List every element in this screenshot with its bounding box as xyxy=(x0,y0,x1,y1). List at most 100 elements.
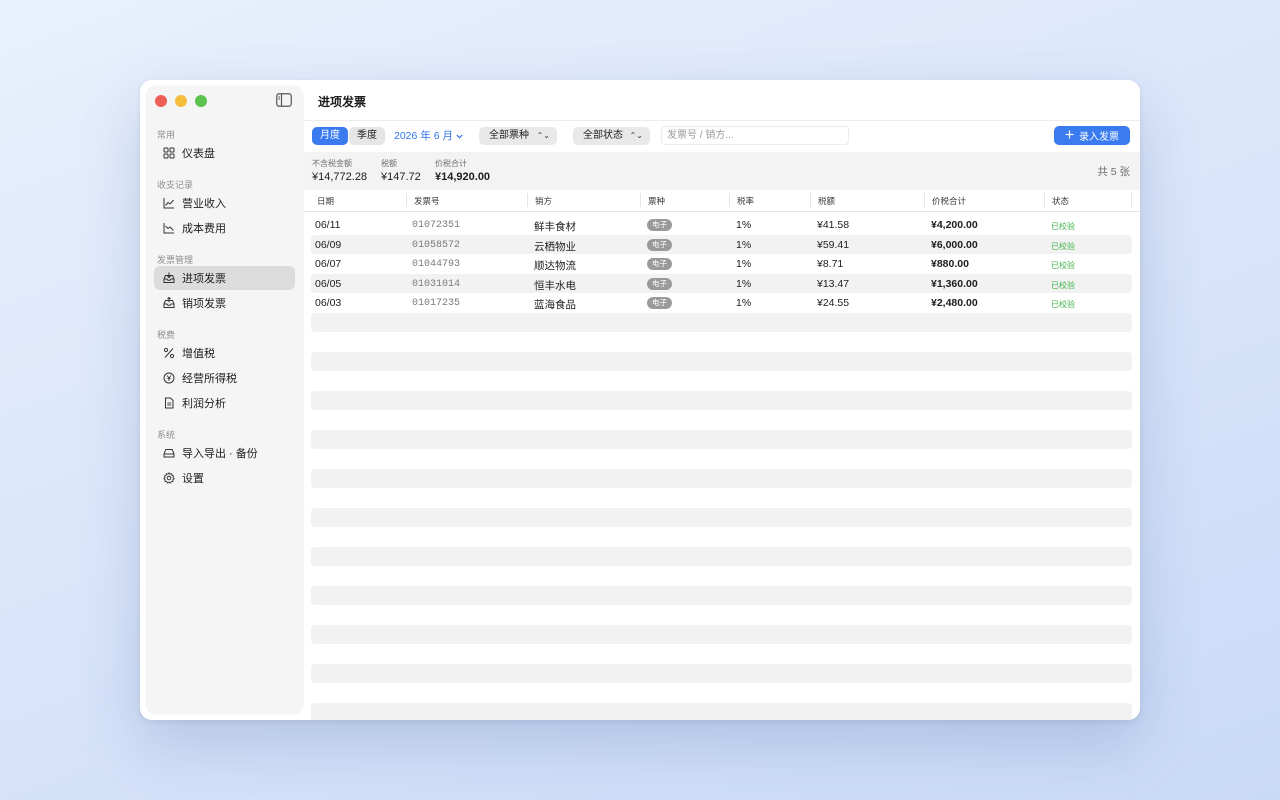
empty-row xyxy=(311,624,1132,644)
section-title-system: 系统 xyxy=(157,430,176,440)
section-title-invoices: 发票管理 xyxy=(157,255,194,265)
table-row[interactable]: 06/09 01058572 云栖物业 电子 1% ¥59.41 ¥6,000.… xyxy=(311,234,1132,254)
sidebar-item-vat[interactable]: 增值税 xyxy=(154,341,295,365)
table-row[interactable]: 06/07 01044793 顺达物流 电子 1% ¥8.71 ¥880.00 … xyxy=(311,254,1132,274)
minimize-window-button[interactable] xyxy=(175,95,187,107)
close-window-button[interactable] xyxy=(155,95,167,107)
sidebar-item-income-tax[interactable]: 经营所得税 xyxy=(154,366,295,390)
sidebar-item-revenue[interactable]: 营业收入 xyxy=(154,191,295,215)
search-placeholder: 发票号 / 销方... xyxy=(667,130,734,141)
column-header-date[interactable]: 日期 xyxy=(317,195,334,207)
updown-chevron-icon: ⌃⌄ xyxy=(536,131,550,140)
column-divider[interactable] xyxy=(924,193,925,207)
status-select[interactable]: 全部状态 ⌃⌄ xyxy=(573,127,650,145)
search-input[interactable]: 发票号 / 销方... xyxy=(661,126,849,145)
gear-icon xyxy=(162,471,176,485)
column-header-seller[interactable]: 销方 xyxy=(535,195,552,207)
empty-row xyxy=(311,644,1132,664)
sidebar-item-label: 营业收入 xyxy=(182,198,226,210)
app-window: 常用 仪表盘 收支记录 营业收入 成本费用 发票管理 进项发票 销项发票 税费 … xyxy=(140,80,1140,720)
column-divider[interactable] xyxy=(729,193,730,207)
column-header-rate[interactable]: 税率 xyxy=(737,195,754,207)
sidebar-item-output-invoices[interactable]: 销项发票 xyxy=(154,291,295,315)
sidebar-item-label: 利润分析 xyxy=(182,398,226,410)
cell-seller: 云栖物业 xyxy=(534,240,576,253)
section-title-taxes: 税费 xyxy=(157,330,176,340)
cell-invoice-no: 01058572 xyxy=(412,239,461,251)
empty-row xyxy=(311,702,1132,720)
cell-date: 06/05 xyxy=(315,277,342,290)
cell-rate: 1% xyxy=(736,297,752,309)
column-header-type[interactable]: 票种 xyxy=(648,195,665,207)
column-divider[interactable] xyxy=(640,193,641,207)
cell-tax: ¥13.47 xyxy=(817,277,850,290)
column-header-tax[interactable]: 税额 xyxy=(818,195,835,207)
chart-up-icon xyxy=(162,196,176,210)
type-badge: 电子 xyxy=(647,297,672,309)
column-header-invoice-no[interactable]: 发票号 xyxy=(414,195,440,207)
invoice-table-body: 06/11 01072351 鲜丰食材 电子 1% ¥41.58 ¥4,200.… xyxy=(311,215,1132,720)
sidebar-item-costs[interactable]: 成本费用 xyxy=(154,216,295,240)
sidebar-item-label: 经营所得税 xyxy=(182,373,237,385)
window-controls xyxy=(155,95,207,107)
add-invoice-button[interactable]: 录入发票 xyxy=(1054,126,1130,145)
cell-invoice-no: 01017235 xyxy=(412,298,461,309)
status-badge: 已校验 xyxy=(1051,241,1075,251)
sidebar-item-profit-analysis[interactable]: 利润分析 xyxy=(154,391,295,415)
period-segmented-control: 月度 季度 xyxy=(312,127,385,145)
empty-row xyxy=(311,390,1132,410)
column-divider[interactable] xyxy=(810,193,811,207)
grid-icon xyxy=(162,146,176,160)
header-divider xyxy=(303,120,1140,121)
cell-rate: 1% xyxy=(736,238,752,251)
sidebar-toggle-icon[interactable] xyxy=(276,93,292,107)
cell-seller: 恒丰水电 xyxy=(534,279,576,292)
plus-icon xyxy=(1065,130,1074,142)
pretax-summary: 不含税金额 ¥14,772.28 xyxy=(312,158,367,183)
column-divider[interactable] xyxy=(1044,193,1045,207)
pretax-label: 不含税金额 xyxy=(312,159,352,168)
updown-chevron-icon: ⌃⌄ xyxy=(629,131,643,140)
status-badge: 已校验 xyxy=(1051,261,1075,270)
total-summary: 价税合计 ¥14,920.00 xyxy=(435,158,490,183)
sidebar-item-label: 导入导出 · 备份 xyxy=(182,448,258,460)
cell-total: ¥1,360.00 xyxy=(931,277,978,290)
column-divider[interactable] xyxy=(406,193,407,207)
cell-tax: ¥59.41 xyxy=(817,238,850,251)
section-title-common: 常用 xyxy=(157,130,176,140)
tray-in-icon xyxy=(162,271,176,285)
empty-row xyxy=(311,566,1132,586)
document-icon xyxy=(162,396,176,410)
zoom-window-button[interactable] xyxy=(195,95,207,107)
cell-invoice-no: 01031014 xyxy=(412,278,461,290)
sidebar-item-input-invoices[interactable]: 进项发票 xyxy=(154,266,295,290)
total-label: 价税合计 xyxy=(435,159,467,168)
cell-rate: 1% xyxy=(736,219,752,231)
table-header: 日期 发票号 销方 票种 税率 税额 价税合计 状态 xyxy=(303,190,1140,212)
empty-row xyxy=(311,449,1132,469)
sidebar-item-settings[interactable]: 设置 xyxy=(154,466,295,490)
column-divider[interactable] xyxy=(527,193,528,207)
segment-quarterly[interactable]: 季度 xyxy=(349,127,385,145)
segment-monthly[interactable]: 月度 xyxy=(312,127,348,145)
column-header-status[interactable]: 状态 xyxy=(1052,195,1069,207)
status-badge: 已校验 xyxy=(1051,222,1075,231)
sidebar-item-dashboard[interactable]: 仪表盘 xyxy=(154,141,295,165)
empty-row xyxy=(311,371,1132,391)
type-badge: 电子 xyxy=(647,219,672,231)
sidebar-item-import-export[interactable]: 导入导出 · 备份 xyxy=(154,441,295,465)
period-picker[interactable]: 2026 年 6 月 xyxy=(394,128,463,143)
empty-row xyxy=(311,332,1132,352)
cell-invoice-no: 01072351 xyxy=(412,220,461,231)
column-header-total[interactable]: 价税合计 xyxy=(932,195,966,207)
invoice-type-select[interactable]: 全部票种 ⌃⌄ xyxy=(479,127,557,145)
empty-row xyxy=(311,683,1132,703)
table-row[interactable]: 06/03 01017235 蓝海食品 电子 1% ¥24.55 ¥2,480.… xyxy=(311,293,1132,313)
table-row[interactable]: 06/05 01031014 恒丰水电 电子 1% ¥13.47 ¥1,360.… xyxy=(311,273,1132,293)
period-label: 2026 年 6 月 xyxy=(394,130,453,142)
total-value: ¥14,920.00 xyxy=(435,171,491,183)
cell-date: 06/07 xyxy=(315,258,342,270)
table-row[interactable]: 06/11 01072351 鲜丰食材 电子 1% ¥41.58 ¥4,200.… xyxy=(311,215,1132,235)
column-divider[interactable] xyxy=(1131,193,1132,207)
status-badge: 已校验 xyxy=(1051,280,1075,290)
